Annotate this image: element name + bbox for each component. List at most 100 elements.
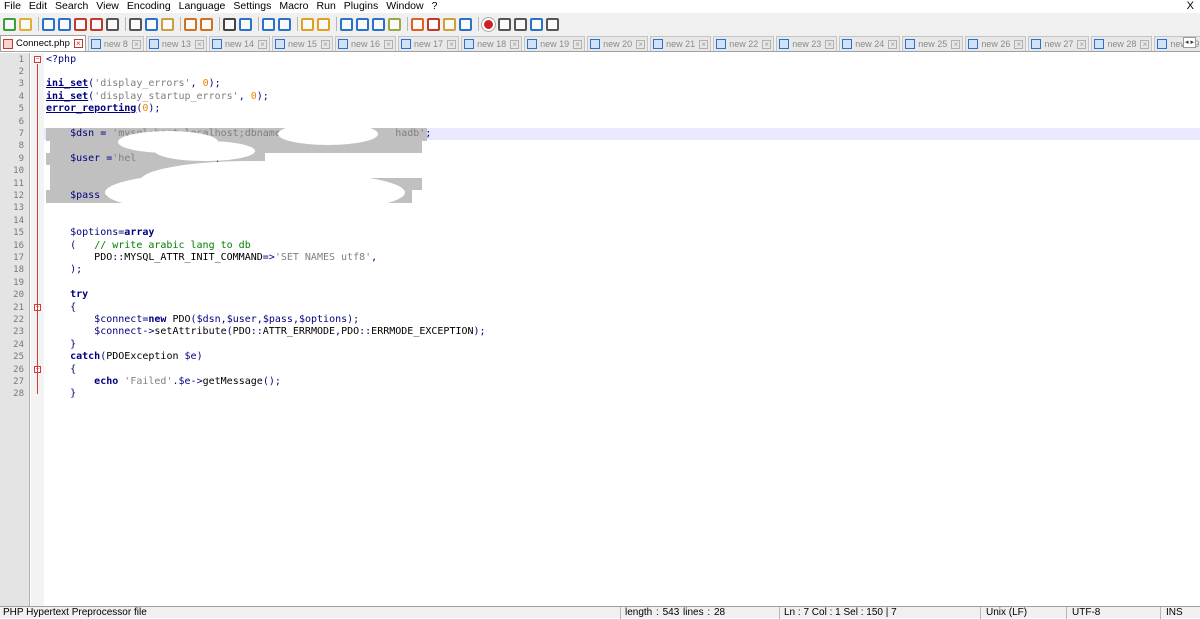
menu-macro[interactable]: Macro [275, 0, 312, 13]
run-macro-multiple-icon[interactable] [530, 17, 543, 31]
tab-scroll-arrows[interactable]: ◂ ▸ [1183, 37, 1196, 48]
tab-new-26[interactable]: new 26 × [965, 36, 1027, 51]
tab-close-icon[interactable]: × [257, 39, 267, 49]
undo-icon[interactable] [184, 17, 197, 31]
save-macro-icon[interactable] [546, 17, 559, 31]
tab-new-16[interactable]: new 16 × [335, 36, 397, 51]
code-text: <?php [46, 54, 76, 66]
close-window-button[interactable]: X [1187, 0, 1194, 13]
tab-close-icon[interactable]: × [1014, 39, 1024, 49]
tab-new-19[interactable]: new 19 × [524, 36, 586, 51]
zoom-in-icon[interactable] [262, 17, 275, 31]
sync-horizontal-icon[interactable] [317, 17, 330, 31]
code-text: PDO::MYSQL_ATTR_INIT_COMMAND=>'SET NAMES… [46, 252, 377, 264]
new-file-icon[interactable] [3, 17, 16, 31]
code-token: try [70, 289, 89, 301]
folder-workspace-icon[interactable] [443, 17, 456, 31]
print-icon[interactable] [106, 17, 119, 31]
zoom-out-icon[interactable] [278, 17, 291, 31]
tab-connect-php[interactable]: Connect.php × [0, 35, 86, 51]
record-macro-icon[interactable] [481, 16, 496, 32]
monitoring-icon[interactable] [459, 17, 472, 31]
open-file-icon[interactable] [19, 17, 32, 31]
tab-close-icon[interactable]: × [510, 39, 520, 49]
tab-close-icon[interactable]: × [447, 39, 457, 49]
menu-settings[interactable]: Settings [229, 0, 275, 13]
cut-icon[interactable] [129, 17, 142, 31]
sync-vertical-icon[interactable] [301, 17, 314, 31]
line-number: 21 [13, 302, 24, 313]
tab-new-22[interactable]: new 22 × [713, 36, 775, 51]
tab-new-17[interactable]: new 17 × [398, 36, 460, 51]
tab-new-24[interactable]: new 24 × [839, 36, 901, 51]
tab-new-25[interactable]: new 25 × [902, 36, 964, 51]
indent-guide-icon[interactable] [372, 17, 385, 31]
tab-close-icon[interactable]: × [573, 39, 583, 49]
play-macro-icon[interactable] [514, 17, 527, 31]
tab-close-icon[interactable]: × [131, 39, 141, 49]
line-number: 13 [13, 203, 24, 214]
user-language-icon[interactable] [388, 17, 401, 31]
toolbar-separator [258, 17, 259, 31]
menu-run[interactable]: Run [313, 0, 340, 13]
tab-close-icon[interactable]: × [636, 39, 646, 49]
fold-collapse-icon[interactable]: − [34, 56, 41, 63]
tab-new-18[interactable]: new 18 × [461, 36, 523, 51]
tab-close-icon[interactable]: × [825, 39, 835, 49]
tab-close-icon[interactable]: × [699, 39, 709, 49]
menu-language[interactable]: Language [175, 0, 230, 13]
tab-new-27[interactable]: new 27 × [1028, 36, 1090, 51]
status-insert-mode[interactable]: INS [1166, 607, 1183, 619]
tab-new-20[interactable]: new 20 × [587, 36, 649, 51]
status-eol[interactable]: Unix (LF) [986, 607, 1027, 619]
menu-view[interactable]: View [92, 0, 123, 13]
replace-icon[interactable] [239, 17, 252, 31]
tab-close-icon[interactable]: × [888, 39, 898, 49]
tab-close-icon[interactable]: × [321, 39, 330, 49]
tab-new-23[interactable]: new 23 × [776, 36, 838, 51]
tab-close-icon[interactable]: × [73, 39, 83, 48]
word-wrap-icon[interactable] [340, 17, 353, 31]
tab-new-14[interactable]: new 14 × [208, 36, 270, 51]
paste-icon[interactable] [161, 17, 174, 31]
function-list-icon[interactable] [427, 17, 440, 31]
tab-bar: Connect.php × new 8 × new 13 × new 14 × new 15 × n… [0, 35, 1200, 52]
close-all-icon[interactable] [90, 17, 103, 31]
tab-new-28[interactable]: new 28 × [1091, 36, 1153, 51]
menu-encoding[interactable]: Encoding [123, 0, 175, 13]
code-editor[interactable]: 1 <?php 2 3 ini_set('display_errors', 0); 4 in… [0, 53, 1200, 606]
status-encoding[interactable]: UTF-8 [1072, 607, 1100, 619]
menu-help[interactable]: ? [428, 0, 442, 13]
code-token: ); [347, 313, 360, 325]
doc-map-icon[interactable] [411, 17, 424, 31]
tab-new-13[interactable]: new 13 × [145, 36, 207, 51]
find-icon[interactable] [223, 17, 236, 31]
save-icon[interactable] [42, 17, 55, 31]
tab-close-icon[interactable]: × [1077, 39, 1087, 49]
menu-file[interactable]: File [0, 0, 25, 13]
menu-edit[interactable]: Edit [25, 0, 51, 13]
redo-icon[interactable] [200, 17, 213, 31]
tab-new-21[interactable]: new 21 × [650, 36, 712, 51]
tab-new-8[interactable]: new 8 × [87, 36, 144, 51]
code-token: $options [298, 313, 348, 325]
tab-new-15[interactable]: new 15 × [271, 36, 333, 51]
show-all-characters-icon[interactable] [356, 17, 369, 31]
close-icon[interactable] [74, 17, 87, 31]
menu-search[interactable]: Search [51, 0, 92, 13]
code-text: try [46, 289, 88, 301]
tab-close-icon[interactable]: × [1140, 39, 1150, 49]
tab-close-icon[interactable]: × [384, 39, 394, 49]
tab-label: new 18 [477, 39, 507, 49]
copy-icon[interactable] [145, 17, 158, 31]
tab-close-icon[interactable]: × [951, 39, 961, 49]
tab-close-icon[interactable]: × [194, 39, 204, 49]
code-token: -> [190, 375, 203, 387]
stop-record-icon[interactable] [498, 17, 511, 31]
menu-window[interactable]: Window [382, 0, 427, 13]
tab-close-icon[interactable]: × [762, 39, 772, 49]
file-icon [590, 39, 601, 49]
save-all-icon[interactable] [58, 17, 71, 31]
menu-plugins[interactable]: Plugins [340, 0, 382, 13]
